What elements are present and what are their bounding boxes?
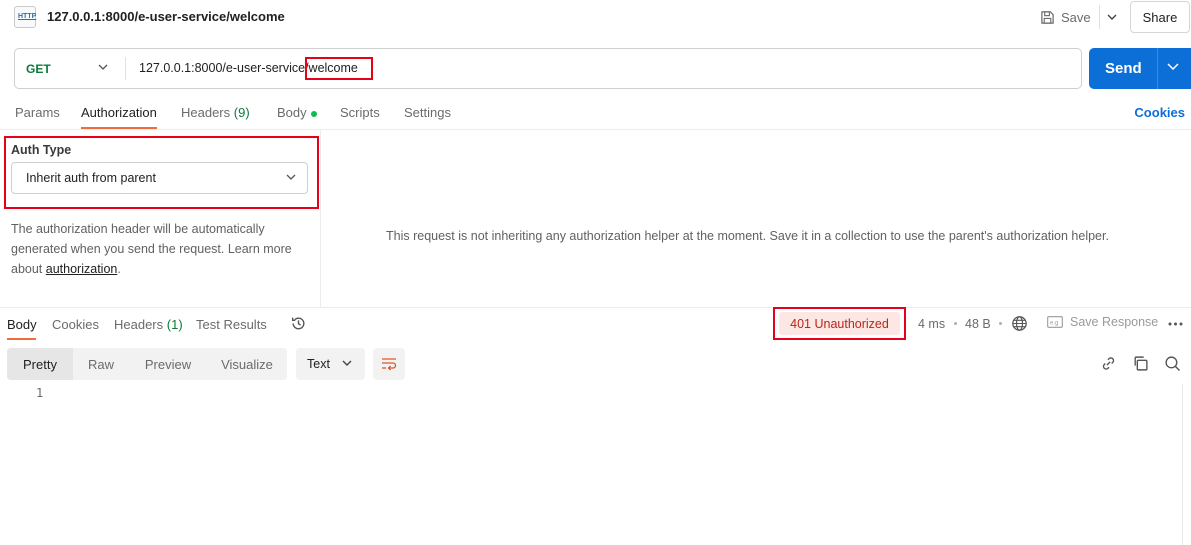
tab-body[interactable]: Body <box>277 105 317 120</box>
save-response-icon: e.g <box>1047 316 1063 328</box>
send-divider <box>1157 48 1158 89</box>
url-bar: GET 127.0.0.1:8000/e-user-service/welcom… <box>14 48 1082 89</box>
chevron-down-icon <box>98 64 108 70</box>
response-tab-headers[interactable]: Headers (1) <box>114 317 183 332</box>
link-icon[interactable] <box>1100 355 1117 372</box>
method-select[interactable]: GET <box>15 49 126 88</box>
svg-text:e.g: e.g <box>1050 321 1058 327</box>
view-raw[interactable]: Raw <box>73 348 129 380</box>
globe-icon[interactable] <box>1011 315 1028 332</box>
highlight-box-auth-type <box>4 136 319 209</box>
body-indicator-dot <box>310 110 317 117</box>
view-visualize[interactable]: Visualize <box>207 348 287 380</box>
response-time[interactable]: 4 ms <box>918 317 945 331</box>
send-button[interactable]: Send <box>1089 48 1191 89</box>
search-icon[interactable] <box>1164 355 1181 372</box>
format-select[interactable]: Text <box>296 348 365 380</box>
tab-headers[interactable]: Headers (9) <box>181 105 250 120</box>
save-response-button[interactable]: e.g Save Response <box>1047 315 1158 329</box>
wrap-lines-button[interactable] <box>373 348 405 380</box>
response-tab-body[interactable]: Body <box>7 317 37 332</box>
copy-icon[interactable] <box>1132 355 1149 372</box>
tab-headers-count: (9) <box>233 105 250 120</box>
chevron-down-icon <box>342 360 352 366</box>
meta-separator <box>999 322 1002 325</box>
method-label: GET <box>26 61 51 76</box>
title-bar: HTTP 127.0.0.1:8000/e-user-service/welco… <box>0 0 1191 34</box>
chevron-down-icon <box>1107 14 1116 20</box>
history-icon[interactable] <box>290 315 307 332</box>
status-badge[interactable]: 401 Unauthorized <box>779 312 900 335</box>
url-prefix: 127.0.0.1:8000/e-user-service/ <box>139 61 309 75</box>
line-number: 1 <box>36 386 44 400</box>
tab-scripts[interactable]: Scripts <box>340 105 380 120</box>
save-label: Save <box>1061 9 1091 25</box>
authorization-link[interactable]: authorization <box>46 262 118 276</box>
cookies-link[interactable]: Cookies <box>1134 105 1185 120</box>
wrap-lines-icon <box>382 358 397 371</box>
save-response-label: Save Response <box>1070 315 1159 329</box>
request-response-divider[interactable] <box>0 307 1191 308</box>
tab-params[interactable]: Params <box>15 105 60 120</box>
http-file-icon: HTTP <box>14 6 36 28</box>
request-tabs: Params Authorization Headers (9) Body Sc… <box>0 99 1191 129</box>
response-size[interactable]: 48 B <box>965 317 991 331</box>
highlight-box-url <box>305 57 373 80</box>
method-divider <box>125 57 126 80</box>
view-preview[interactable]: Preview <box>129 348 207 380</box>
tab-body-label: Body <box>277 105 307 120</box>
save-icon <box>1041 10 1054 24</box>
response-tab-test-results[interactable]: Test Results <box>196 317 267 332</box>
response-tab-headers-label: Headers <box>114 317 164 332</box>
share-button[interactable]: Share <box>1130 1 1190 33</box>
chevron-down-icon[interactable] <box>1167 63 1179 70</box>
editor-scrollbar[interactable] <box>1182 384 1183 545</box>
meta-separator <box>954 322 957 325</box>
tab-headers-label: Headers <box>181 105 231 120</box>
send-label: Send <box>1105 60 1142 77</box>
save-button[interactable]: Save <box>1040 5 1096 29</box>
view-pretty[interactable]: Pretty <box>7 348 73 380</box>
auth-inherit-message: This request is not inheriting any autho… <box>386 229 1109 243</box>
active-response-tab-underline <box>7 338 36 340</box>
tab-settings[interactable]: Settings <box>404 105 451 120</box>
response-tab-cookies[interactable]: Cookies <box>52 317 99 332</box>
tab-authorization[interactable]: Authorization <box>81 105 157 120</box>
more-options-icon[interactable] <box>1168 322 1183 326</box>
format-value: Text <box>307 357 330 371</box>
save-options-button[interactable] <box>1099 5 1123 29</box>
auth-description: The authorization header will be automat… <box>11 219 311 279</box>
request-title[interactable]: 127.0.0.1:8000/e-user-service/welcome <box>47 9 285 24</box>
auth-description-end: . <box>117 262 121 276</box>
response-tab-headers-count: (1) <box>166 317 183 332</box>
view-mode-group: Pretty Raw Preview Visualize <box>7 348 287 380</box>
